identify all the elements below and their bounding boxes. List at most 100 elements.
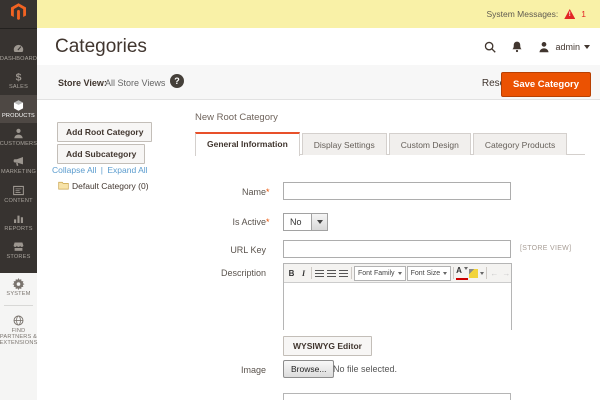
sidebar-item-customers[interactable]: CUSTOMERS (0, 123, 37, 151)
collapse-all-link[interactable]: Collapse All (52, 165, 96, 175)
tab-general-information[interactable]: General Information (195, 132, 300, 156)
store-view-value: All Store Views (105, 78, 165, 88)
align-left-icon[interactable] (314, 267, 325, 280)
admin-menu[interactable]: admin (537, 40, 590, 54)
tab-custom-design[interactable]: Custom Design (389, 133, 471, 155)
font-size-label: Font Size (411, 270, 441, 277)
sidebar-item-label: REPORTS (4, 226, 32, 232)
chevron-down-icon (443, 272, 447, 275)
store-view-toolbar: Store View: All Store Views ? Reset Save… (37, 65, 600, 100)
tab-bar: General InformationDisplay SettingsCusto… (195, 132, 585, 155)
page-title: Categories (55, 36, 147, 58)
bell-icon[interactable] (510, 40, 524, 54)
add-subcategory-button[interactable]: Add Subcategory (57, 144, 145, 164)
tab-category-products[interactable]: Category Products (473, 133, 567, 155)
highlight-color-icon (469, 269, 478, 278)
help-icon[interactable]: ? (170, 74, 184, 88)
browse-button[interactable]: Browse... (283, 360, 334, 378)
name-input[interactable] (283, 182, 511, 200)
marketing-icon (12, 155, 25, 168)
bold-icon[interactable]: B (286, 267, 297, 280)
sidebar-dark-section: DASHBOARD$SALESPRODUCTSCUSTOMERSMARKETIN… (0, 0, 37, 273)
align-center-icon (327, 270, 336, 277)
text-color-icon[interactable]: A (456, 267, 468, 280)
store-view-selector[interactable]: All Store Views (105, 78, 176, 88)
is-active-value: No (284, 214, 311, 230)
font-family-dropdown[interactable]: Font Family (354, 266, 406, 281)
sidebar-item-find-partners[interactable]: FIND PARTNERS & EXTENSIONS (0, 310, 37, 350)
sales-icon: $ (12, 70, 25, 83)
system-messages-label: System Messages: (486, 9, 558, 19)
sidebar-item-products[interactable]: PRODUCTS (0, 95, 37, 123)
description-textarea[interactable] (284, 283, 511, 330)
description-editor: BIFont FamilyFont SizeA←→— (283, 263, 512, 330)
required-marker: * (266, 217, 270, 227)
select-arrow-button[interactable] (311, 214, 327, 230)
expand-all-link[interactable]: Expand All (107, 165, 147, 175)
sidebar-item-label: PRODUCTS (2, 113, 35, 119)
align-right-icon[interactable] (338, 267, 349, 280)
store-view-label: Store View: (58, 78, 107, 88)
highlight-color-icon[interactable] (469, 267, 484, 280)
is-active-select[interactable]: No (283, 213, 328, 231)
products-icon (12, 99, 25, 112)
system-messages-bar[interactable]: System Messages: ! 1 (37, 0, 600, 28)
description-label: Description (150, 268, 266, 278)
sidebar-item-content[interactable]: CONTENT (0, 179, 37, 207)
system-messages-count: 1 (581, 9, 586, 19)
name-label: Name * (150, 187, 266, 197)
chevron-down-icon (317, 220, 323, 224)
sidebar-item-label: MARKETING (1, 169, 36, 175)
sidebar-secondary-menu: SYSTEM FIND PARTNERS & EXTENSIONS (0, 273, 37, 351)
header-actions: admin (483, 28, 590, 65)
italic-icon[interactable]: I (298, 267, 309, 280)
search-icon[interactable] (483, 40, 497, 54)
sidebar-item-label: FIND PARTNERS & EXTENSIONS (0, 328, 38, 346)
tree-item-label: Default Category (0) (72, 181, 149, 191)
reports-icon (12, 212, 25, 225)
category-tree-item[interactable]: Default Category (0) (58, 177, 149, 195)
sidebar-item-label: SALES (9, 84, 28, 90)
customers-icon (12, 127, 25, 140)
magento-logo-icon (9, 2, 28, 26)
sidebar-item-dashboard[interactable]: DASHBOARD (0, 38, 37, 66)
align-center-icon[interactable] (326, 267, 337, 280)
category-subtitle: New Root Category (195, 112, 278, 123)
toolbar-separator (453, 267, 454, 279)
add-root-category-button[interactable]: Add Root Category (57, 122, 152, 142)
sidebar-item-label: CUSTOMERS (0, 141, 37, 147)
warning-triangle-icon: ! (564, 9, 575, 19)
chevron-down-icon (480, 272, 484, 275)
dashboard-icon (12, 42, 25, 55)
links-separator: | (101, 165, 103, 175)
url-key-scope-note: [STORE VIEW] (520, 245, 571, 252)
tree-links: Collapse All | Expand All (52, 165, 148, 175)
person-icon (537, 40, 551, 54)
sidebar-item-marketing[interactable]: MARKETING (0, 151, 37, 179)
admin-username: admin (555, 42, 580, 52)
tab-display-settings[interactable]: Display Settings (302, 133, 387, 155)
content-icon (12, 184, 25, 197)
sidebar-divider (4, 305, 33, 306)
align-right-icon (339, 270, 348, 277)
sidebar-item-reports[interactable]: REPORTS (0, 208, 37, 236)
find-partners-icon (12, 314, 25, 327)
stores-icon (12, 240, 25, 253)
url-key-input[interactable] (283, 240, 511, 258)
wysiwyg-editor-button[interactable]: WYSIWYG Editor (283, 336, 372, 356)
save-category-button[interactable]: Save Category (501, 72, 591, 97)
chevron-down-icon (398, 272, 402, 275)
sidebar-item-stores[interactable]: STORES (0, 236, 37, 264)
system-icon (12, 277, 25, 290)
sidebar-item-system[interactable]: SYSTEM (0, 273, 37, 301)
font-family-label: Font Family (358, 270, 395, 277)
chevron-down-icon (464, 267, 468, 270)
chevron-down-icon (584, 45, 590, 49)
magento-logo[interactable] (0, 0, 37, 29)
sidebar-menu: DASHBOARD$SALESPRODUCTSCUSTOMERSMARKETIN… (0, 38, 37, 264)
next-field-input-partial[interactable] (283, 393, 511, 400)
font-size-dropdown[interactable]: Font Size (407, 266, 452, 281)
sidebar-item-sales[interactable]: $SALES (0, 66, 37, 94)
undo-icon: ← (489, 267, 500, 280)
align-left-icon (315, 270, 324, 277)
